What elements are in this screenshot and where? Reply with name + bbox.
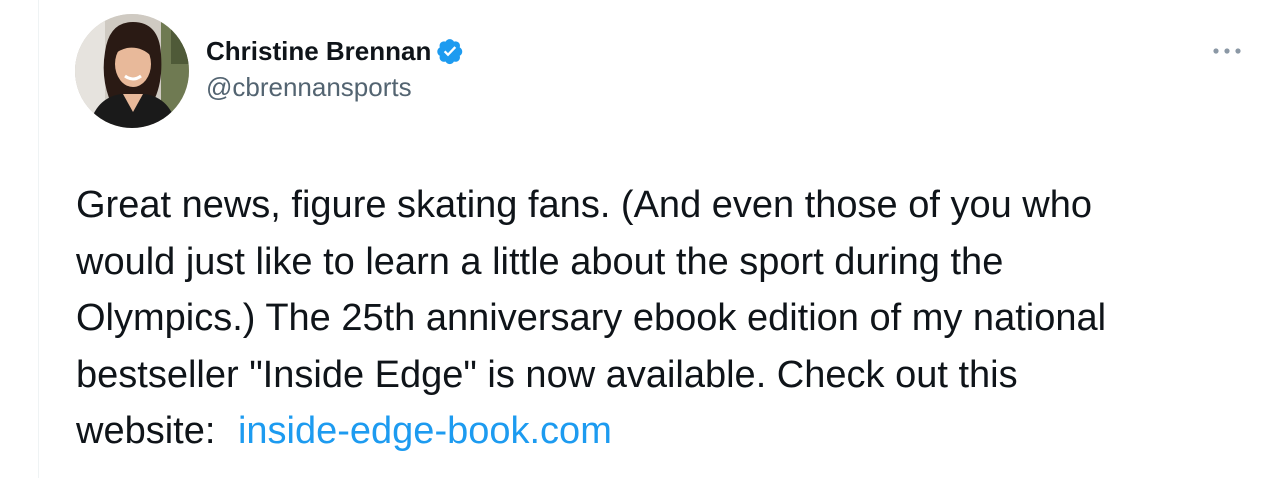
tweet-text-line: bestseller "Inside Edge" is now availabl… <box>76 353 1018 396</box>
tweet-text-last-line: website: inside-edge-book.com <box>76 403 1256 460</box>
tweet-text-line: would just like to learn a little about … <box>76 240 1004 283</box>
display-name[interactable]: Christine Brennan <box>206 34 431 68</box>
verified-badge-icon <box>436 37 464 65</box>
tweet-text: Great news, figure skating fans. (And ev… <box>76 177 1256 460</box>
author-block: Christine Brennan @cbrennansports <box>206 34 464 104</box>
handle[interactable]: @cbrennansports <box>206 70 464 104</box>
tweet-text-line: Olympics.) The 25th anniversary ebook ed… <box>76 297 1107 339</box>
tweet-link[interactable]: inside-edge-book.com <box>238 410 612 452</box>
tweet-text-line: Great news, figure skating fans. (And ev… <box>76 184 1093 226</box>
ellipsis-icon <box>1212 47 1242 55</box>
name-row: Christine Brennan <box>206 34 464 68</box>
tweet-text-line: website: <box>76 410 226 452</box>
avatar[interactable] <box>75 14 189 128</box>
tweet: Christine Brennan @cbrennansports Great … <box>0 0 1280 478</box>
more-options-button[interactable] <box>1207 38 1247 64</box>
